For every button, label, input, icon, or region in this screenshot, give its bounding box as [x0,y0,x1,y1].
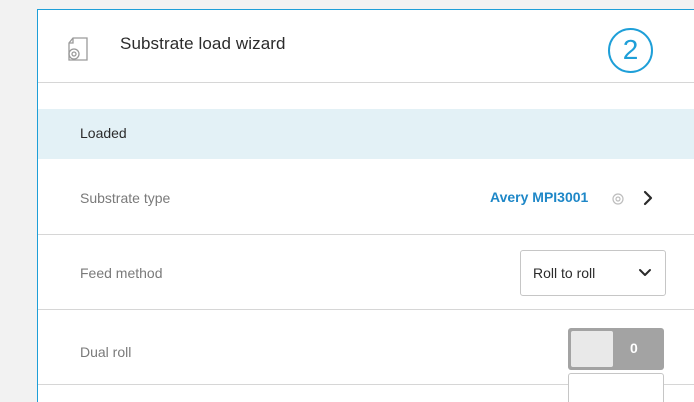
chevron-down-icon [639,269,651,276]
feed-method-select[interactable]: Roll to roll [520,250,666,296]
dual-roll-label: Dual roll [80,344,132,360]
feed-method-row: Feed method Roll to roll [38,235,694,310]
substrate-type-row[interactable]: Substrate type Avery MPI3001 [38,159,694,235]
substrate-roll-icon [68,37,88,61]
wizard-header: Substrate load wizard 2 [38,10,694,83]
wizard-title: Substrate load wizard [120,34,286,53]
substrate-type-label: Substrate type [80,190,171,206]
status-bar: Loaded [38,109,694,159]
feed-method-value: Roll to roll [533,265,596,281]
gear-icon[interactable] [611,192,625,206]
toggle-knob [571,331,613,367]
dual-roll-toggle[interactable]: 0 [568,328,664,370]
step-number-badge: 2 [608,28,653,73]
substrate-load-wizard-panel: Substrate load wizard 2 Loaded Substrate… [37,9,694,402]
substrate-type-value[interactable]: Avery MPI3001 [490,189,588,205]
toggle-state-label: 0 [630,340,638,356]
feed-method-label: Feed method [80,265,163,281]
status-label: Loaded [80,125,127,141]
chevron-right-icon[interactable] [641,189,655,207]
next-row-control[interactable] [568,373,664,402]
